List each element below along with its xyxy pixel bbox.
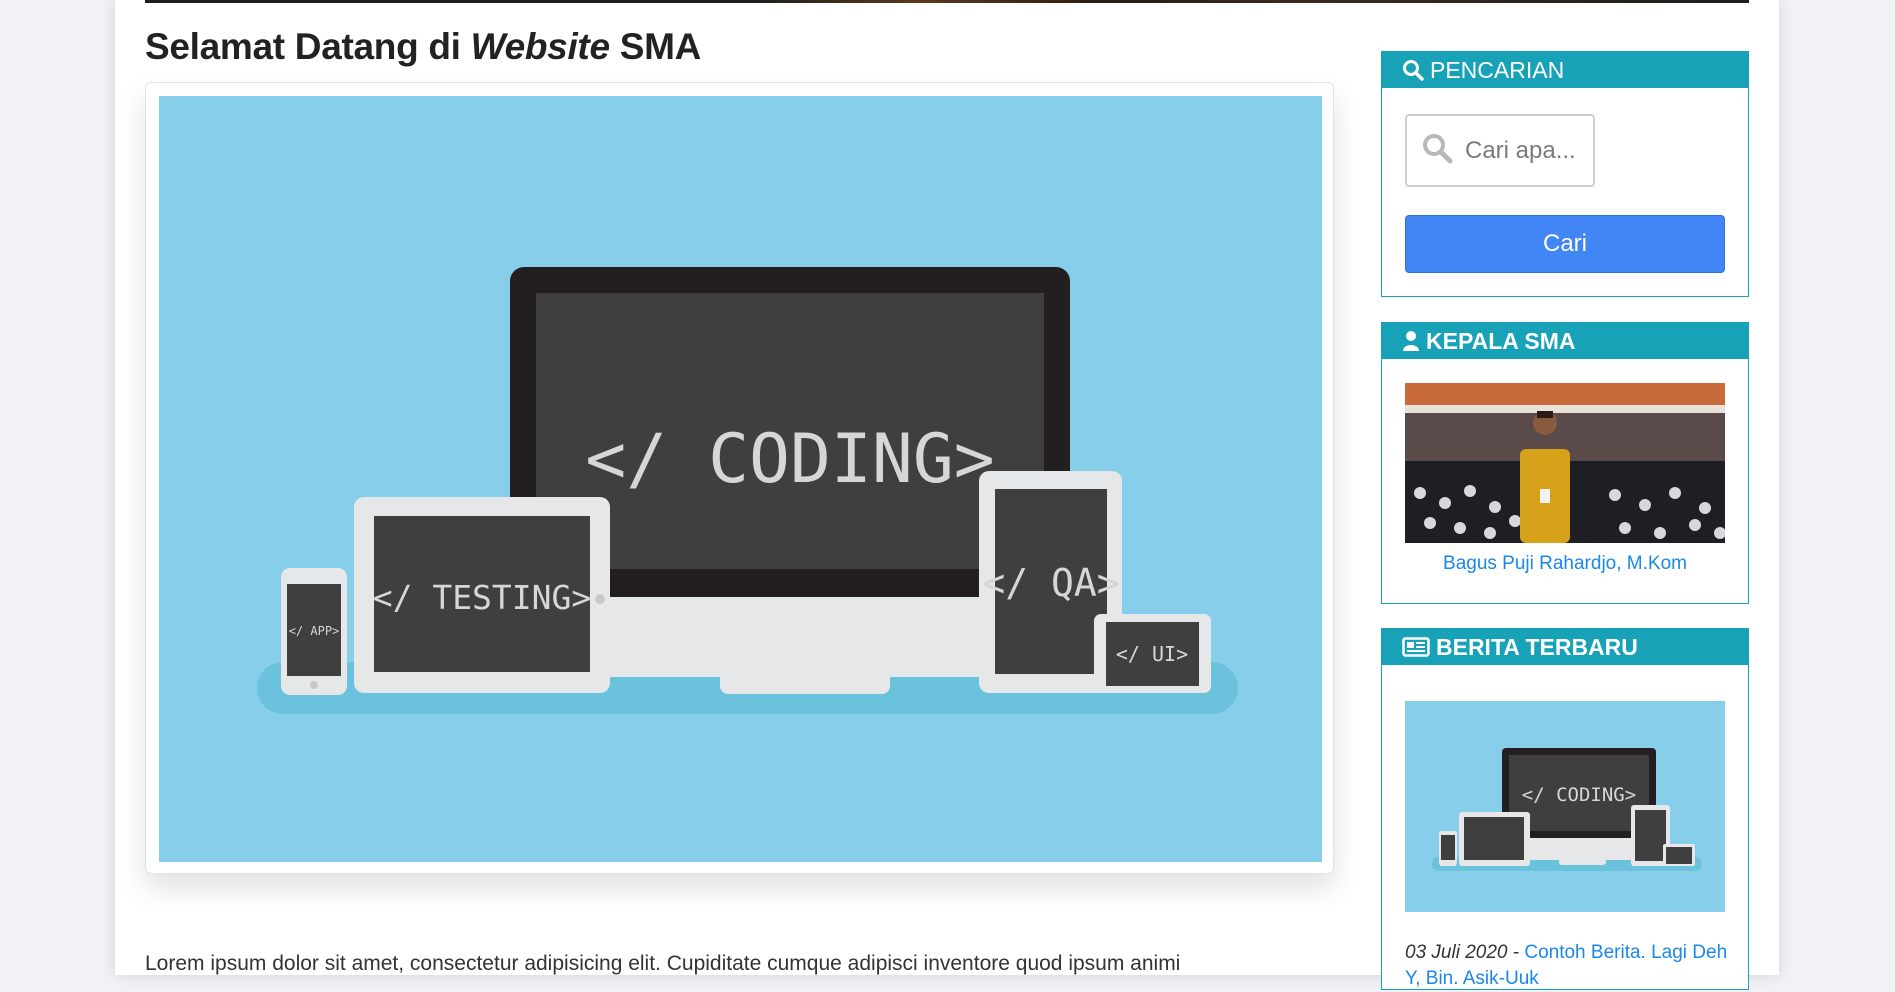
hero-image: </ CODING> </ TESTING> </ APP> </ QA> </… bbox=[159, 96, 1322, 862]
news-item: 03 Juli 2020 - Contoh Berita. Lagi Deh Y… bbox=[1405, 940, 1735, 992]
search-input-icon bbox=[1421, 132, 1453, 169]
principal-name-link[interactable]: Bagus Puji Rahardjo, M.Kom bbox=[1382, 553, 1748, 575]
hero-card: </ CODING> </ TESTING> </ APP> </ QA> </… bbox=[145, 82, 1334, 874]
search-button[interactable]: Cari bbox=[1405, 215, 1725, 273]
search-widget-title: PENCARIAN bbox=[1430, 56, 1565, 83]
principal-photo bbox=[1405, 383, 1725, 543]
hero-qa-text: </ QA> bbox=[982, 561, 1119, 605]
principal-widget: KEPALA SMA Bagus Puji Rahardjo, M.Kom bbox=[1381, 322, 1749, 604]
principal-widget-title: KEPALA SMA bbox=[1426, 327, 1576, 354]
page-title: Selamat Datang di Website SMA bbox=[145, 26, 702, 67]
latest-news-widget-header: BERITA TERBARU bbox=[1382, 629, 1748, 665]
newspaper-icon bbox=[1402, 637, 1430, 657]
search-input[interactable] bbox=[1463, 135, 1587, 166]
principal-widget-header: KEPALA SMA bbox=[1382, 323, 1748, 359]
page-container: Selamat Datang di Website SMA </ CODING>… bbox=[115, 0, 1779, 990]
intro-paragraph: Lorem ipsum dolor sit amet, consectetur … bbox=[145, 952, 1181, 975]
hero-testing-text: </ TESTING> bbox=[373, 578, 592, 617]
news-thumb-text: </ CODING> bbox=[1522, 784, 1636, 806]
search-field[interactable] bbox=[1405, 114, 1595, 187]
news-date: 03 Juli 2020 - bbox=[1405, 942, 1525, 963]
search-widget-header: PENCARIAN bbox=[1382, 52, 1748, 88]
hero-app-text: </ APP> bbox=[289, 624, 340, 638]
hero-ui-text: </ UI> bbox=[1116, 642, 1188, 666]
latest-news-widget-title: BERITA TERBARU bbox=[1436, 633, 1638, 660]
user-icon bbox=[1402, 330, 1420, 352]
header-image-strip bbox=[145, 0, 1749, 3]
search-widget: PENCARIAN Cari bbox=[1381, 51, 1749, 297]
search-icon bbox=[1402, 59, 1424, 81]
latest-news-widget: BERITA TERBARU </ CODING> 03 Juli 2020 -… bbox=[1381, 628, 1749, 990]
news-thumbnail[interactable]: </ CODING> bbox=[1405, 701, 1725, 912]
hero-coding-text: </ CODING> bbox=[585, 420, 994, 499]
